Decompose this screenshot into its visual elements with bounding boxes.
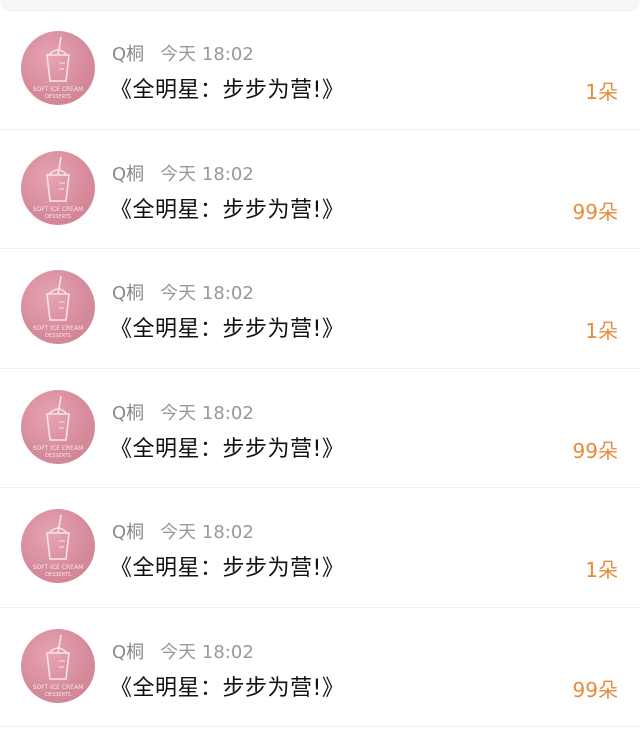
ice-cream-cup-icon: SOFT ICE CREAM DESSERTS — [33, 395, 84, 459]
sender-name[interactable]: Q桐 — [112, 44, 144, 65]
flower-count: 99朵 — [572, 199, 618, 224]
gift-record-list: SOFT ICE CREAM DESSERTS Q桐 今天 18:02 《全明星：… — [0, 10, 640, 727]
avatar[interactable]: SOFT ICE CREAM DESSERTS — [21, 389, 95, 464]
list-item[interactable]: SOFT ICE CREAM DESSERTS Q桐 今天 18:02 《全明星：… — [0, 249, 640, 369]
sender-name[interactable]: Q桐 — [112, 642, 144, 663]
sender-name[interactable]: Q桐 — [112, 403, 144, 424]
gift-message: 《全明星：步步为营!》 — [110, 317, 345, 342]
list-item[interactable]: SOFT ICE CREAM DESSERTS Q桐 今天 18:02 《全明星：… — [0, 488, 640, 608]
avatar[interactable]: SOFT ICE CREAM DESSERTS — [21, 628, 95, 703]
gift-message: 《全明星：步步为营!》 — [110, 197, 345, 223]
flower-count: 99朵 — [572, 438, 618, 463]
ice-cream-cup-icon: SOFT ICE CREAM DESSERTS — [33, 634, 84, 698]
gift-message: 《全明星：步步为营!》 — [110, 78, 345, 103]
timestamp: 今天 18:02 — [160, 402, 254, 424]
sender-name[interactable]: Q桐 — [112, 522, 144, 543]
avatar[interactable]: SOFT ICE CREAM DESSERTS — [21, 270, 95, 344]
flower-count: 1朵 — [585, 558, 618, 582]
avatar[interactable]: SOFT ICE CREAM DESSERTS — [21, 150, 95, 225]
timestamp: 今天 18:02 — [160, 283, 254, 304]
svg-text:SOFT ICE CREAM: SOFT ICE CREAM — [33, 564, 84, 571]
ice-cream-cup-icon: SOFT ICE CREAM DESSERTS — [33, 156, 84, 220]
ice-cream-cup-icon: SOFT ICE CREAM DESSERTS — [33, 514, 84, 578]
svg-text:SOFT ICE CREAM: SOFT ICE CREAM — [33, 684, 84, 691]
timestamp: 今天 18:02 — [160, 163, 254, 185]
sender-name[interactable]: Q桐 — [112, 283, 144, 304]
gift-message: 《全明星：步步为营!》 — [110, 436, 345, 462]
svg-text:DESSERTS: DESSERTS — [45, 94, 71, 100]
sender-name[interactable]: Q桐 — [112, 164, 144, 185]
flower-count: 99朵 — [572, 677, 618, 702]
svg-text:DESSERTS: DESSERTS — [45, 692, 71, 698]
svg-text:DESSERTS: DESSERTS — [45, 453, 71, 459]
timestamp: 今天 18:02 — [160, 44, 254, 65]
divider — [0, 726, 640, 727]
flower-count: 1朵 — [585, 319, 618, 343]
gift-message: 《全明星：步步为营!》 — [110, 556, 345, 581]
list-item[interactable]: SOFT ICE CREAM DESSERTS Q桐 今天 18:02 《全明星：… — [0, 369, 640, 488]
flower-count: 1朵 — [585, 80, 618, 104]
list-item[interactable]: SOFT ICE CREAM DESSERTS Q桐 今天 18:02 《全明星：… — [0, 130, 640, 249]
avatar[interactable]: SOFT ICE CREAM DESSERTS — [21, 31, 95, 105]
svg-text:SOFT ICE CREAM: SOFT ICE CREAM — [33, 445, 84, 452]
svg-text:DESSERTS: DESSERTS — [45, 572, 71, 578]
avatar[interactable]: SOFT ICE CREAM DESSERTS — [21, 509, 95, 583]
list-item[interactable]: SOFT ICE CREAM DESSERTS Q桐 今天 18:02 《全明星：… — [0, 10, 640, 130]
svg-text:SOFT ICE CREAM: SOFT ICE CREAM — [33, 206, 84, 213]
svg-text:SOFT ICE CREAM: SOFT ICE CREAM — [33, 86, 84, 93]
svg-text:DESSERTS: DESSERTS — [45, 333, 71, 339]
timestamp: 今天 18:02 — [160, 641, 254, 663]
timestamp: 今天 18:02 — [160, 522, 254, 543]
list-item[interactable]: SOFT ICE CREAM DESSERTS Q桐 今天 18:02 《全明星：… — [0, 608, 640, 727]
svg-text:DESSERTS: DESSERTS — [45, 214, 71, 220]
svg-text:SOFT ICE CREAM: SOFT ICE CREAM — [33, 325, 84, 332]
ice-cream-cup-icon: SOFT ICE CREAM DESSERTS — [33, 36, 84, 100]
gift-message: 《全明星：步步为营!》 — [110, 675, 345, 701]
ice-cream-cup-icon: SOFT ICE CREAM DESSERTS — [33, 275, 84, 339]
